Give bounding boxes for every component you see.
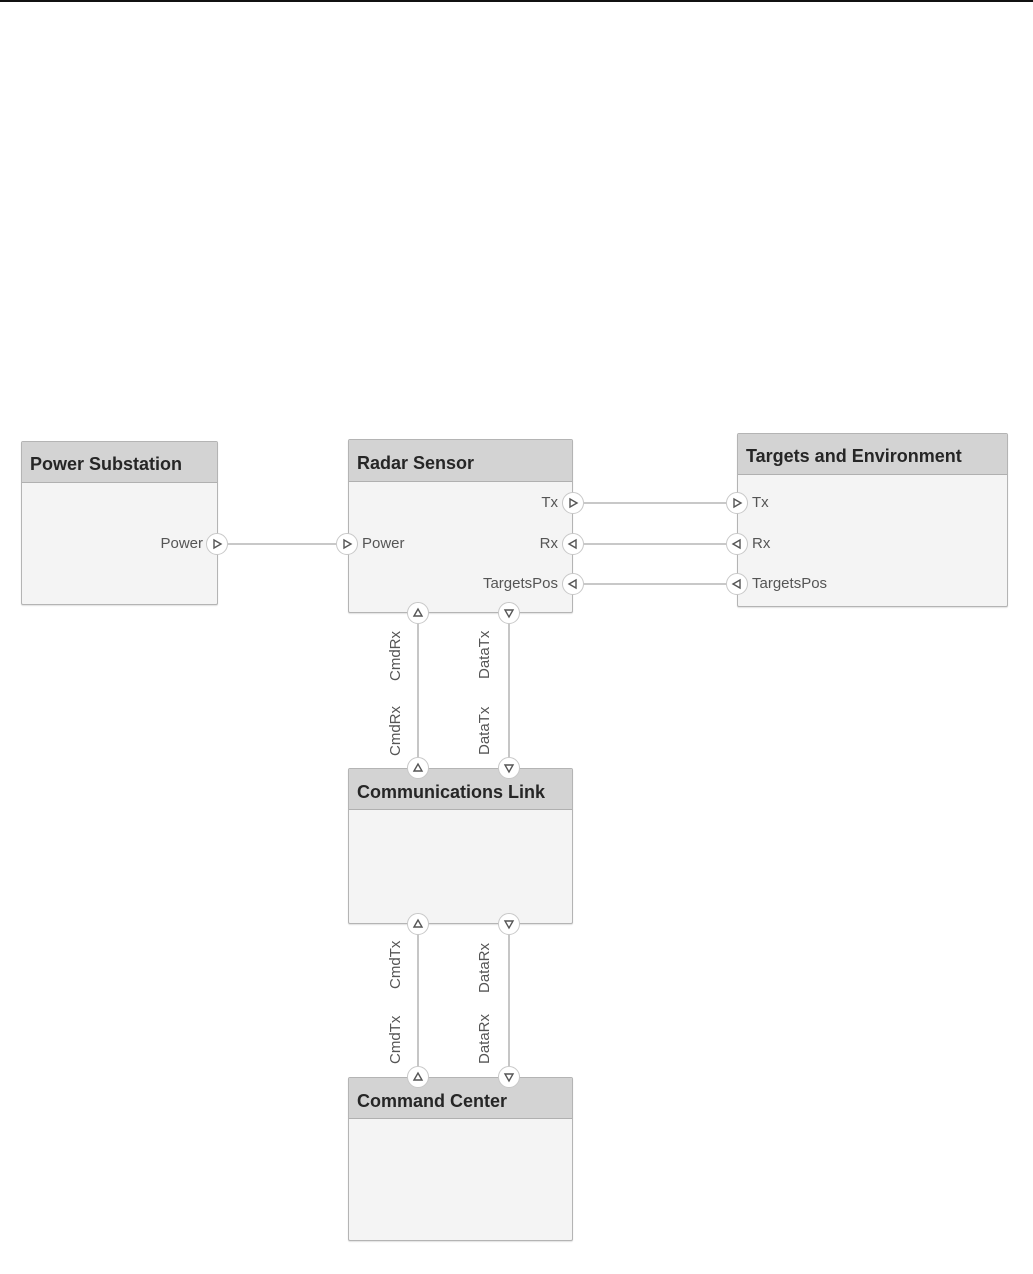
port-label-targetspos-in: TargetsPos: [482, 575, 558, 592]
port-label-rx-in: Rx: [539, 535, 558, 552]
triangle-up-icon: [412, 607, 424, 617]
triangle-down-icon: [503, 920, 515, 930]
triangle-left-icon: [731, 578, 741, 590]
port-rx-in[interactable]: [562, 533, 584, 555]
port-power-out[interactable]: [206, 533, 228, 555]
port-tx-in[interactable]: [726, 492, 748, 514]
port-label-tx-in: Tx: [752, 494, 769, 511]
port-tx-out[interactable]: [562, 492, 584, 514]
port-targetspos-out[interactable]: [726, 573, 748, 595]
triangle-left-icon: [567, 578, 577, 590]
triangle-down-icon: [503, 764, 515, 774]
block-title: Targets and Environment: [738, 434, 1007, 475]
port-label-datatx-bottom: DataTx: [476, 706, 493, 755]
port-rx-out[interactable]: [726, 533, 748, 555]
triangle-left-icon: [567, 538, 577, 550]
port-cmdtx-in[interactable]: [407, 913, 429, 935]
port-cmdrx-out[interactable]: [407, 757, 429, 779]
port-label-cmdtx-bottom: CmdTx: [387, 1015, 404, 1064]
port-label-cmdtx-top: CmdTx: [387, 940, 404, 989]
port-label-power-out: Power: [160, 535, 203, 552]
port-label-targetspos-out: TargetsPos: [752, 575, 828, 592]
port-datarx-out[interactable]: [498, 913, 520, 935]
port-cmdrx-in[interactable]: [407, 602, 429, 624]
triangle-down-icon: [503, 1073, 515, 1083]
port-datarx-in[interactable]: [498, 1066, 520, 1088]
block-communications-link[interactable]: Communications Link: [348, 768, 573, 924]
port-cmdtx-out[interactable]: [407, 1066, 429, 1088]
triangle-right-icon: [343, 538, 353, 550]
port-targetspos-in[interactable]: [562, 573, 584, 595]
block-title: Radar Sensor: [349, 440, 572, 482]
port-datatx-out[interactable]: [498, 602, 520, 624]
port-power-in[interactable]: [336, 533, 358, 555]
port-datatx-in[interactable]: [498, 757, 520, 779]
block-command-center[interactable]: Command Center: [348, 1077, 573, 1241]
triangle-up-icon: [412, 1071, 424, 1081]
port-label-power-in: Power: [362, 535, 405, 552]
port-label-datatx-top: DataTx: [476, 630, 493, 679]
block-title: Communications Link: [349, 769, 572, 810]
block-title: Power Substation: [22, 442, 217, 483]
triangle-up-icon: [412, 918, 424, 928]
port-label-datarx-bottom: DataRx: [476, 1013, 493, 1064]
port-label-cmdrx-top: CmdRx: [387, 630, 404, 681]
triangle-right-icon: [569, 497, 579, 509]
triangle-right-icon: [213, 538, 223, 550]
triangle-right-icon: [733, 497, 743, 509]
port-label-rx-out: Rx: [752, 535, 771, 552]
block-power-substation[interactable]: Power Substation: [21, 441, 218, 605]
port-label-datarx-top: DataRx: [476, 942, 493, 993]
triangle-up-icon: [412, 762, 424, 772]
triangle-left-icon: [731, 538, 741, 550]
port-label-tx-out: Tx: [541, 494, 558, 511]
block-title: Command Center: [349, 1078, 572, 1119]
port-label-cmdrx-bottom: CmdRx: [387, 705, 404, 756]
triangle-down-icon: [503, 609, 515, 619]
